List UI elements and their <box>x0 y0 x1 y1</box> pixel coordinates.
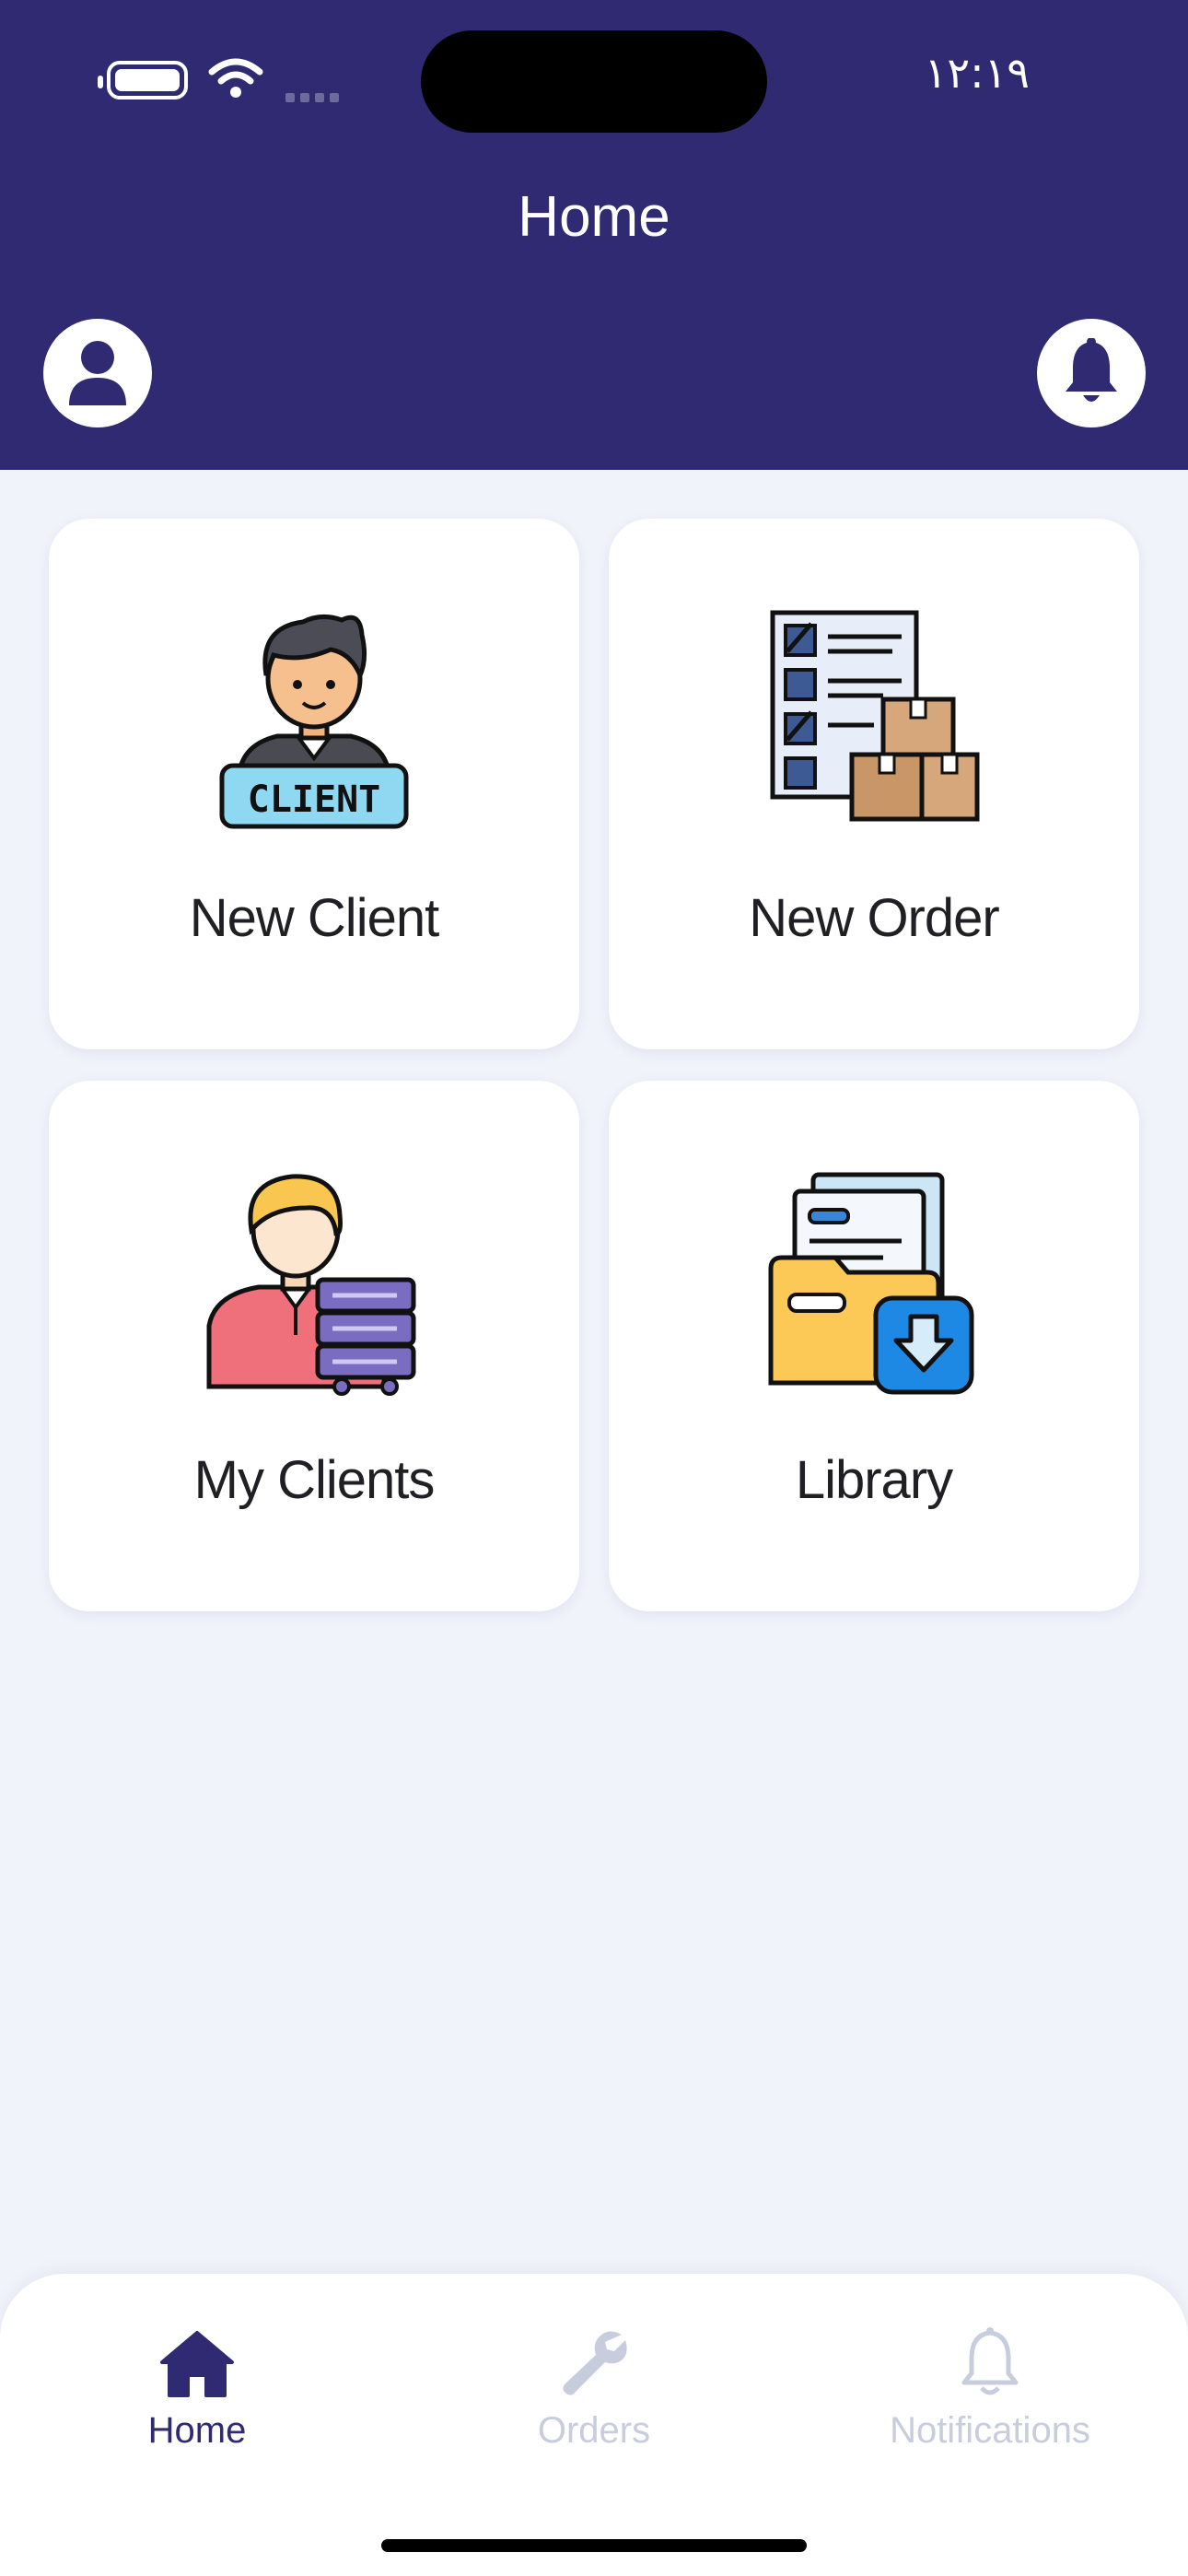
library-card[interactable]: Library <box>609 1081 1139 1611</box>
svg-text:CLIENT: CLIENT <box>248 779 381 821</box>
wifi-icon <box>208 58 263 98</box>
profile-button[interactable] <box>43 319 152 427</box>
tab-orders-label: Orders <box>537 2410 651 2451</box>
new-client-card[interactable]: CLIENT New Client <box>49 519 579 1049</box>
bell-icon <box>1066 338 1117 402</box>
tab-home-label: Home <box>147 2410 247 2451</box>
tab-notifications[interactable]: Notifications <box>852 2318 1128 2452</box>
library-icon <box>768 1172 974 1395</box>
bottom-tab-bar: Home Orders Notifications <box>0 2274 1188 2576</box>
tab-notifications-label: Notifications <box>890 2410 1090 2451</box>
home-icon <box>160 2331 234 2397</box>
my-clients-icon <box>206 1174 416 1396</box>
user-icon <box>69 341 126 405</box>
app-header: ١٢:١٩ Home <box>0 0 1188 470</box>
cellular-signal-icon <box>285 88 344 106</box>
library-label: Library <box>795 1450 953 1510</box>
my-clients-card[interactable]: My Clients <box>49 1081 579 1611</box>
home-indicator <box>381 2539 807 2552</box>
notifications-button[interactable] <box>1037 319 1146 427</box>
new-client-icon: CLIENT <box>219 615 409 829</box>
tab-orders[interactable]: Orders <box>456 2318 732 2452</box>
new-order-card[interactable]: New Order <box>609 519 1139 1049</box>
my-clients-label: My Clients <box>193 1450 436 1510</box>
new-order-icon <box>770 610 980 822</box>
tab-home[interactable]: Home <box>59 2318 335 2452</box>
new-order-label: New Order <box>749 888 999 948</box>
wrench-icon <box>563 2331 627 2395</box>
battery-icon <box>98 61 188 100</box>
dynamic-island <box>421 30 767 133</box>
status-time: ١٢:١٩ <box>924 48 1030 98</box>
bell-outline-icon <box>961 2327 1019 2395</box>
page-title: Home <box>518 185 670 249</box>
new-client-label: New Client <box>189 888 439 948</box>
